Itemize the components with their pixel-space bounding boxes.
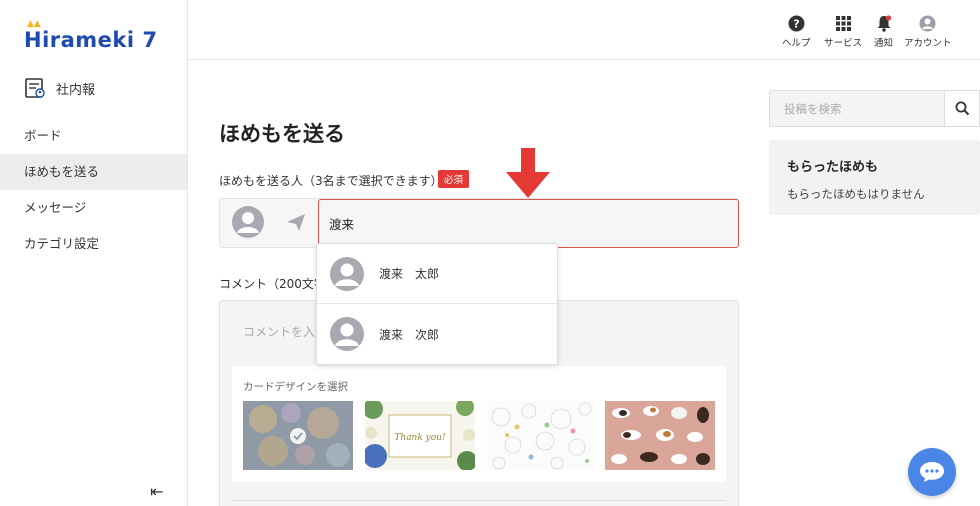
sender-avatar-icon [232, 206, 264, 238]
chat-button[interactable] [908, 448, 956, 496]
suggestion-item[interactable]: 渡来 次郎 [317, 304, 557, 364]
card-design-cats[interactable] [605, 401, 715, 470]
help-button[interactable]: ? ヘルプ [782, 14, 811, 49]
search-icon [955, 101, 969, 116]
received-homemo-title: もらったほめも [787, 160, 879, 175]
divider [232, 500, 726, 501]
newsletter-section[interactable]: 社内報 [24, 77, 95, 99]
crown-icon: ▲▲ [27, 19, 41, 29]
notifications-button[interactable]: 通知 [874, 14, 893, 49]
sidebar-item-send-homemo[interactable]: ほめもを送る [0, 154, 187, 190]
send-icon [287, 214, 305, 231]
post-search-input[interactable] [769, 90, 944, 127]
sender-field-label: ほめもを送る人（3名まで選択できます） [219, 174, 443, 188]
card-design-dandelions[interactable] [487, 401, 597, 470]
account-label: アカウント [904, 38, 952, 49]
suggestion-name: 渡来 次郎 [379, 327, 440, 342]
required-badge: 必須 [438, 170, 470, 188]
comment-placeholder: コメントを入力 [243, 325, 328, 339]
suggestion-item[interactable]: 渡来 太郎 [317, 244, 557, 304]
received-homemo-empty: もらったほめもはりません [787, 187, 925, 201]
user-avatar-icon [330, 317, 364, 351]
search-button[interactable] [944, 90, 980, 127]
sidebar-item-messages[interactable]: メッセージ [0, 190, 187, 226]
help-label: ヘルプ [782, 38, 811, 49]
grid-icon [834, 14, 852, 32]
top-header: ? ヘルプ サービス 通知 アカウント [188, 0, 980, 60]
comment-field-label: コメント（200文字 [219, 277, 326, 291]
services-label: サービス [824, 38, 863, 49]
newsletter-icon [25, 78, 45, 98]
card-design-thank-you[interactable]: Thank you! [365, 401, 475, 470]
notifications-label: 通知 [874, 38, 894, 49]
help-icon: ? [787, 14, 805, 32]
logo-text: Hirameki 7 [24, 28, 158, 52]
account-button[interactable]: アカウント [904, 14, 952, 49]
user-avatar-icon [330, 256, 364, 291]
received-homemo-panel [769, 140, 980, 215]
card-design-bubbles[interactable] [243, 401, 353, 470]
chat-icon [920, 462, 944, 482]
sidebar: ▲▲ Hirameki 7 社内報 ボード ほめもを送る メッセージ カテゴリ設… [0, 0, 188, 506]
sidebar-nav: ボード ほめもを送る メッセージ カテゴリ設定 [0, 118, 187, 262]
collapse-sidebar-icon[interactable]: ⇤ [150, 482, 163, 501]
services-button[interactable]: サービス [824, 14, 862, 49]
cats-card-image [605, 401, 715, 470]
suggestion-name: 渡来 太郎 [379, 267, 440, 281]
card-thank-you-text: Thank you! [394, 433, 446, 443]
sidebar-item-board[interactable]: ボード [0, 118, 187, 154]
newsletter-label: 社内報 [56, 82, 96, 98]
svg-text:?: ? [793, 17, 799, 30]
account-icon [919, 14, 937, 32]
sidebar-item-category-settings[interactable]: カテゴリ設定 [0, 226, 187, 262]
bell-icon [875, 14, 893, 32]
thank-you-card-image: Thank you! [365, 401, 475, 470]
recipient-suggestions: 渡来 太郎 渡来 次郎 [316, 243, 558, 365]
bubbles-card-image [243, 401, 353, 470]
app-logo[interactable]: ▲▲ Hirameki 7 [24, 19, 158, 54]
arrow-down-icon [506, 148, 550, 198]
card-design-label: カードデザインを選択 [243, 381, 348, 393]
dandelions-card-image [487, 401, 597, 470]
page-title: ほめもを送る [219, 122, 345, 146]
recipient-search-input[interactable] [318, 199, 739, 248]
